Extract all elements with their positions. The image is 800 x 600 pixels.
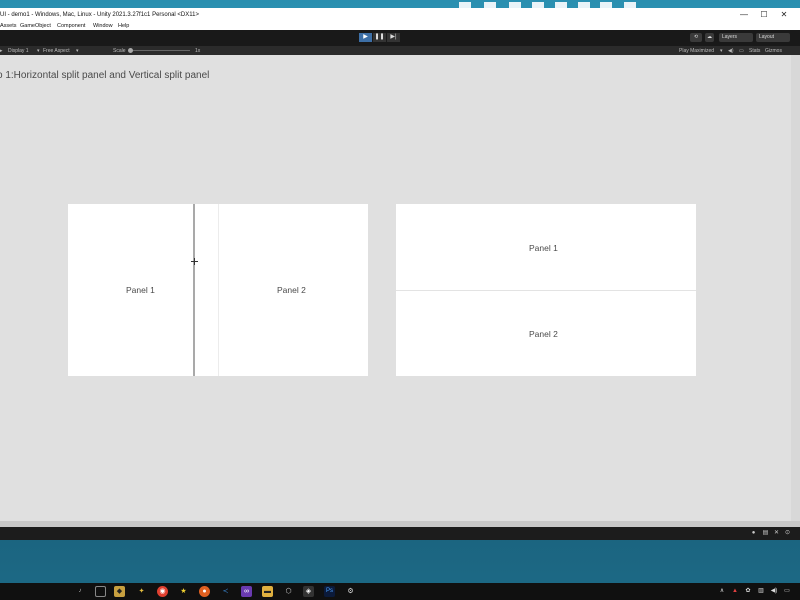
scale-value: 1x <box>195 47 201 54</box>
settings-icon[interactable]: ⊙ <box>784 530 791 537</box>
dropdown-arrow-icon: ▾ <box>37 47 40 54</box>
photoshop-icon[interactable]: Ps <box>324 586 335 597</box>
history-icon[interactable]: ⟲ <box>690 33 702 42</box>
star-icon[interactable]: ★ <box>178 586 189 597</box>
debug-icon[interactable]: ✕ <box>773 530 780 537</box>
split-divider-handle[interactable] <box>396 290 696 291</box>
panel-2-label: Panel 2 <box>529 329 558 339</box>
scale-slider-handle[interactable] <box>128 48 133 53</box>
menu-component[interactable]: Component <box>57 23 85 29</box>
play-icon[interactable]: ▶ <box>359 33 372 42</box>
panel-border <box>218 204 219 376</box>
title-bar[interactable]: UI - demo1 - Windows, Mac, Linux - Unity… <box>0 8 800 22</box>
step-icon[interactable]: ▶| <box>387 33 400 42</box>
dropdown-arrow-icon: ▾ <box>720 47 723 54</box>
vertical-split-panel: Panel 1 Panel 2 <box>396 204 696 376</box>
menu-window[interactable]: Window <box>93 23 113 29</box>
vscode-icon[interactable]: ≺ <box>220 586 231 597</box>
firefox-icon[interactable]: ● <box>199 586 210 597</box>
volume-icon[interactable]: ◀) <box>770 587 778 595</box>
app-icon[interactable]: ✦ <box>136 586 147 597</box>
app-icon[interactable]: ◆ <box>114 586 125 597</box>
main-toolbar: ▶ ❚❚ ▶| ⟲ ☁ Layers Layout <box>0 30 800 46</box>
unity-editor-window: UI - demo1 - Windows, Mac, Linux - Unity… <box>0 8 800 540</box>
notification-icon[interactable]: ▭ <box>783 587 791 595</box>
menu-gameobject[interactable]: GameObject <box>20 23 51 29</box>
tray-app-icon[interactable]: ▲ <box>731 587 739 595</box>
bake-icon[interactable]: ● <box>750 530 757 537</box>
game-view[interactable]: o 1:Horizontal split panel and Vertical … <box>0 55 791 521</box>
chevron-up-icon[interactable]: ∧ <box>718 587 726 595</box>
menu-bar: Assets GameObject Component Window Help <box>0 22 800 30</box>
maximize-button[interactable]: ☐ <box>758 10 770 20</box>
unity-hub-icon[interactable]: ⬡ <box>283 586 294 597</box>
dropdown-arrow-icon: ▾ <box>76 47 79 54</box>
cache-icon[interactable]: ▤ <box>762 530 769 537</box>
chrome-icon[interactable]: ◉ <box>157 586 168 597</box>
panel-1-label: Panel 1 <box>529 243 558 253</box>
close-button[interactable]: ✕ <box>778 10 790 20</box>
unity-icon[interactable]: ◈ <box>303 586 314 597</box>
resize-cursor-icon <box>191 258 198 265</box>
vertical-scrollbar[interactable] <box>791 55 800 521</box>
shortcuts-icon[interactable]: ▭ <box>739 48 744 54</box>
layers-dropdown[interactable]: Layers <box>719 33 753 42</box>
cloud-icon[interactable]: ☁ <box>705 33 714 42</box>
windows-taskbar: ♪ ◆ ✦ ◉ ★ ● ≺ ∞ ▬ ⬡ ◈ Ps ⚙ ∧ ▲ ✿ ▥ ◀) ▭ <box>0 583 800 600</box>
visual-studio-icon[interactable]: ∞ <box>241 586 252 597</box>
demo-title: o 1:Horizontal split panel and Vertical … <box>0 70 210 81</box>
tray-app-icon[interactable]: ✿ <box>744 587 752 595</box>
settings-gear-icon[interactable]: ⚙ <box>345 586 356 597</box>
minimize-button[interactable]: — <box>738 10 750 20</box>
split-divider-handle[interactable] <box>193 204 195 376</box>
play-maximized-dropdown[interactable]: Play Maximized <box>679 48 714 54</box>
gizmos-toggle[interactable]: Gizmos <box>765 48 782 54</box>
scale-label: Scale <box>113 47 126 54</box>
file-explorer-icon[interactable]: ▬ <box>262 586 273 597</box>
mute-audio-icon[interactable]: ◀) <box>728 48 734 54</box>
microphone-icon[interactable]: ♪ <box>76 587 84 595</box>
layout-dropdown[interactable]: Layout <box>756 33 790 42</box>
network-icon[interactable]: ▥ <box>757 587 765 595</box>
task-view-icon[interactable] <box>95 586 106 597</box>
stats-toggle[interactable]: Stats <box>749 48 760 54</box>
display-dropdown[interactable]: Display 1 <box>8 48 29 54</box>
menu-help[interactable]: Help <box>118 23 129 29</box>
display-icon[interactable]: ▸ <box>0 48 3 54</box>
aspect-dropdown[interactable]: Free Aspect <box>43 48 70 54</box>
scale-slider[interactable] <box>128 50 190 51</box>
horizontal-split-panel: Panel 1 Panel 2 <box>68 204 368 376</box>
menu-assets[interactable]: Assets <box>0 23 17 29</box>
window-title: UI - demo1 - Windows, Mac, Linux - Unity… <box>0 12 199 18</box>
panel-2-label: Panel 2 <box>277 285 306 295</box>
game-view-toolbar: ▸ Display 1 ▾ Free Aspect ▾ Scale 1x Pla… <box>0 46 800 55</box>
status-bar: ● ▤ ✕ ⊙ <box>0 527 800 540</box>
panel-1-label: Panel 1 <box>126 285 155 295</box>
pause-icon[interactable]: ❚❚ <box>373 33 386 42</box>
